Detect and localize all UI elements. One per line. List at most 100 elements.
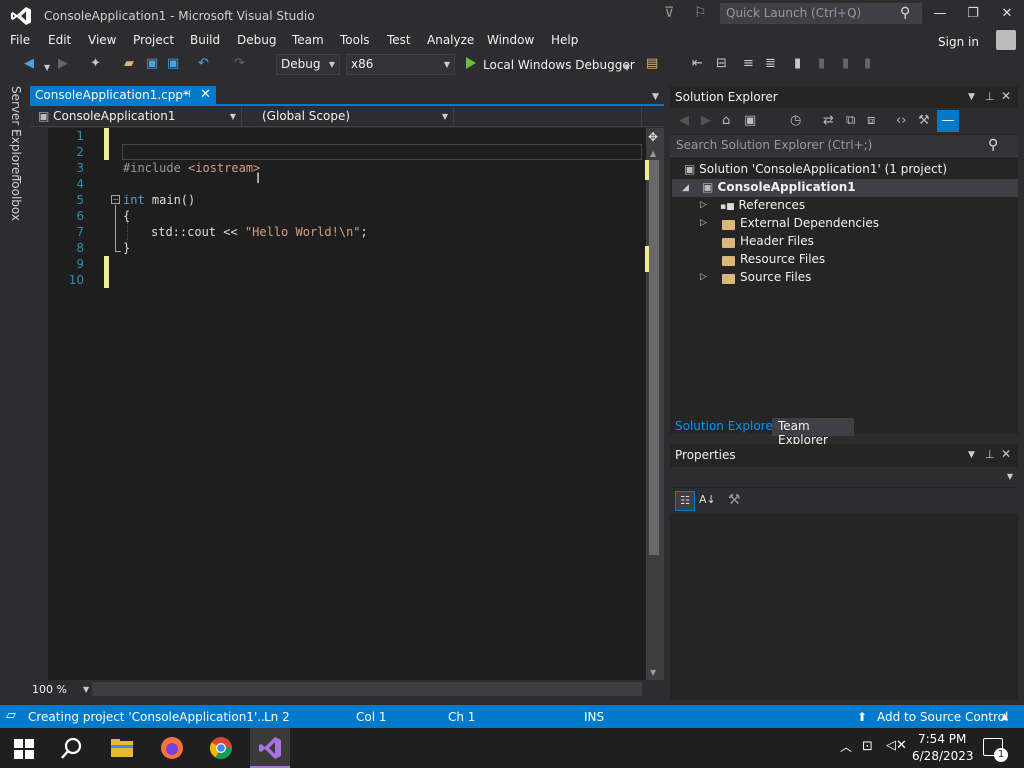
chrome-icon[interactable] — [209, 736, 233, 760]
toolbox-tab[interactable]: Toolbox — [9, 176, 23, 221]
back-dropdown-icon[interactable]: ▼ — [44, 61, 50, 75]
zoom-select[interactable]: 100 % ▼ — [32, 681, 90, 697]
visual-studio-icon[interactable] — [258, 736, 282, 760]
panel-menu-icon[interactable]: ▼ — [968, 92, 975, 102]
scroll-up-icon[interactable]: ▲ — [650, 149, 656, 158]
menu-view[interactable]: View — [88, 33, 116, 47]
alphabetical-icon[interactable]: A↓ — [699, 493, 716, 506]
preview-selected-icon[interactable]: — — [937, 110, 959, 132]
chevron-up-icon[interactable]: ▲ — [1001, 712, 1008, 722]
close-icon[interactable]: ✕ — [1001, 447, 1011, 461]
firefox-icon[interactable] — [160, 736, 184, 760]
property-pages-wrench-icon[interactable]: ⚒ — [728, 492, 741, 508]
pending-changes-icon[interactable]: ◷ — [790, 113, 801, 128]
tree-item-external-dependencies[interactable]: External Dependencies — [740, 216, 879, 230]
tree-item-references[interactable]: ▪■ References — [720, 198, 805, 212]
collapsed-triangle-icon[interactable]: ▷ — [700, 200, 707, 210]
undo-icon[interactable]: ↶ — [198, 57, 209, 71]
split-window-icon[interactable]: ✥ — [648, 130, 658, 144]
server-explorer-tab[interactable]: Server Explorer — [9, 86, 23, 179]
feedback-icon[interactable]: ⚐ — [694, 5, 712, 23]
forward-icon[interactable]: ▶ — [701, 113, 711, 128]
view-code-icon[interactable]: ‹› — [896, 113, 906, 128]
minimize-button[interactable]: — — [926, 3, 954, 25]
solution-configuration-select[interactable]: Debug ▼ — [276, 54, 340, 75]
outline-collapse-icon[interactable]: − — [111, 195, 120, 204]
clear-bookmarks-icon[interactable]: ▮ — [864, 57, 871, 71]
step-icon[interactable]: ⇤ — [692, 57, 703, 71]
scope-select[interactable]: (Global Scope) ▼ — [256, 107, 454, 126]
debugger-dropdown-icon[interactable]: ▼ — [624, 61, 630, 75]
tree-item-header-files[interactable]: Header Files — [740, 234, 814, 248]
search-icon[interactable]: ⚲ — [900, 5, 910, 21]
save-all-icon[interactable]: ▣ — [167, 57, 179, 71]
collapse-all-icon[interactable]: ⧉ — [846, 113, 855, 128]
menu-window[interactable]: Window — [487, 33, 534, 47]
navigate-back-icon[interactable]: ◀ — [24, 57, 34, 71]
properties-wrench-icon[interactable]: ⚒ — [918, 113, 930, 128]
restore-button[interactable]: ❐ — [959, 3, 987, 25]
expanded-triangle-icon[interactable]: ◢ — [682, 183, 689, 193]
tab-team-explorer[interactable]: Team Explorer — [772, 418, 854, 447]
save-icon[interactable]: ▣ — [146, 57, 158, 71]
notifications-flag-icon[interactable]: ⊽ — [664, 5, 680, 23]
auto-hide-pin-icon[interactable]: ⊥ — [985, 90, 995, 103]
chevron-up-icon[interactable]: ︿ — [840, 738, 852, 755]
open-file-icon[interactable]: ▰ — [124, 57, 134, 71]
menu-project[interactable]: Project — [133, 33, 174, 47]
bookmark-icon[interactable]: ▮ — [794, 57, 801, 71]
switch-views-icon[interactable]: ▣ — [744, 113, 756, 128]
sync-icon[interactable]: ⇄ — [823, 113, 834, 128]
tab-solution-explorer[interactable]: Solution Explorer — [675, 419, 778, 433]
comment-icon[interactable]: ≡ — [743, 57, 754, 71]
navigate-forward-icon[interactable]: ▶ — [58, 57, 68, 71]
browse-icon[interactable]: ▤ — [646, 57, 658, 71]
taskbar-date[interactable]: 6/28/2023 — [912, 749, 974, 763]
menu-build[interactable]: Build — [190, 33, 220, 47]
menu-team[interactable]: Team — [292, 33, 324, 47]
project-select[interactable]: ▣ ConsoleApplication1 ▼ — [32, 107, 242, 126]
close-icon[interactable]: ✕ — [1001, 89, 1011, 103]
menu-test[interactable]: Test — [387, 33, 411, 47]
quick-launch-input[interactable]: Quick Launch (Ctrl+Q) — [720, 3, 922, 24]
tree-item-project[interactable]: ▣ ConsoleApplication1 — [702, 180, 856, 194]
add-to-source-control-button[interactable]: Add to Source Control — [877, 710, 1008, 724]
show-all-files-icon[interactable]: ⧈ — [867, 113, 875, 128]
menu-edit[interactable]: Edit — [48, 33, 71, 47]
menu-debug[interactable]: Debug — [237, 33, 276, 47]
tree-item-source-files[interactable]: Source Files — [740, 270, 811, 284]
menu-tools[interactable]: Tools — [340, 33, 370, 47]
close-window-button[interactable]: ✕ — [993, 3, 1021, 25]
tree-item-solution[interactable]: ▣ Solution 'ConsoleApplication1' (1 proj… — [684, 162, 947, 176]
scroll-down-icon[interactable]: ▼ — [650, 668, 656, 677]
next-bookmark-icon[interactable]: ▮ — [842, 57, 849, 71]
menu-analyze[interactable]: Analyze — [427, 33, 474, 47]
auto-hide-pin-icon[interactable]: ⊥ — [985, 448, 995, 461]
menu-help[interactable]: Help — [551, 33, 578, 47]
collapsed-triangle-icon[interactable]: ▷ — [700, 218, 707, 228]
volume-muted-icon[interactable]: ◁✕ — [886, 738, 907, 753]
close-icon[interactable]: ✕ — [200, 87, 211, 102]
solution-explorer-search-input[interactable]: Search Solution Explorer (Ctrl+;) — [670, 135, 1018, 157]
menu-file[interactable]: File — [10, 33, 30, 47]
back-icon[interactable]: ◀ — [679, 113, 689, 128]
windows-start-icon[interactable] — [14, 739, 34, 759]
sign-in-link[interactable]: Sign in — [938, 35, 979, 49]
panel-menu-icon[interactable]: ▼ — [968, 450, 975, 460]
scroll-thumb[interactable] — [649, 160, 659, 555]
member-select[interactable] — [456, 107, 642, 126]
search-icon[interactable]: ⚲ — [988, 137, 998, 153]
redo-icon[interactable]: ↷ — [234, 57, 245, 71]
horizontal-scrollbar[interactable] — [92, 682, 642, 696]
pin-icon[interactable]: ⊣ — [182, 89, 191, 100]
collapsed-triangle-icon[interactable]: ▷ — [700, 272, 707, 282]
start-debugging-button[interactable]: Local Windows Debugger — [483, 58, 635, 72]
network-icon[interactable]: ⊡ — [862, 739, 873, 754]
bookmark-toggle-icon[interactable]: ⊟ — [716, 57, 727, 71]
home-icon[interactable]: ⌂ — [722, 113, 730, 128]
properties-object-select[interactable]: ▼ — [670, 467, 1018, 487]
uncomment-icon[interactable]: ≣ — [765, 57, 776, 71]
categorized-icon[interactable]: ☷ — [675, 491, 695, 511]
taskbar-time[interactable]: 7:54 PM — [918, 732, 966, 746]
search-icon[interactable] — [60, 736, 84, 760]
